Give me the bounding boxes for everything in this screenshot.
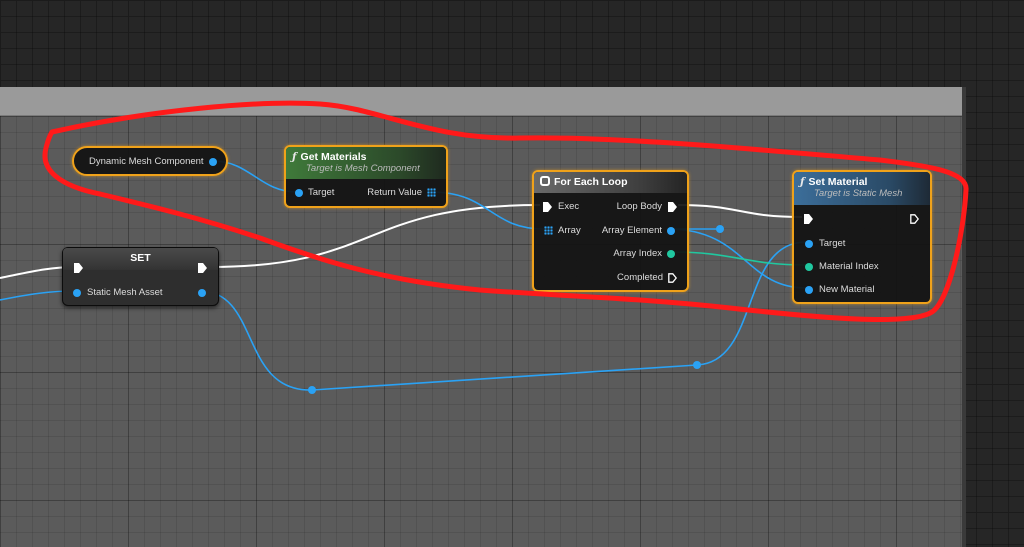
annotation-layer bbox=[42, 100, 969, 323]
red-annotation-scribble bbox=[42, 100, 969, 323]
